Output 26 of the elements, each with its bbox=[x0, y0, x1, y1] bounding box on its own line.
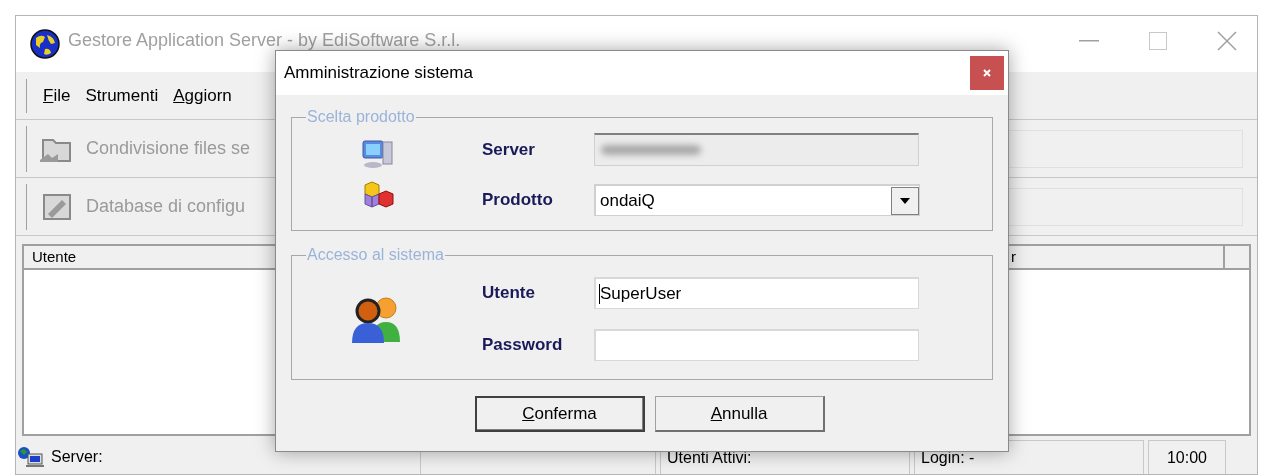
password-field[interactable] bbox=[594, 329, 919, 361]
dialog-button[interactable]: Annulla bbox=[654, 396, 825, 432]
globe-icon bbox=[30, 29, 60, 59]
status-text: Server: bbox=[51, 447, 103, 467]
group-title: Accesso al sistema bbox=[306, 245, 445, 265]
dialog-title: Amministrazione sistema bbox=[284, 62, 473, 85]
menu-item[interactable]: File bbox=[43, 82, 71, 109]
maximize-icon[interactable] bbox=[1149, 32, 1167, 50]
status-panel: 10:00 bbox=[1148, 440, 1226, 474]
group-title: Scelta prodotto bbox=[306, 107, 416, 127]
product-dropdown[interactable]: ondaiQ bbox=[594, 184, 920, 216]
field-label: Server bbox=[482, 138, 536, 161]
close-icon[interactable] bbox=[1217, 31, 1237, 51]
window-title: Gestore Application Server - by EdiSoftware S.r.l. bbox=[68, 28, 461, 52]
field-label: Password bbox=[482, 334, 564, 357]
menu-item[interactable]: Aggiorn bbox=[173, 82, 232, 109]
network-computer-icon bbox=[17, 446, 45, 468]
menu-item[interactable]: Strumenti bbox=[85, 82, 159, 109]
computer-icon bbox=[359, 137, 395, 170]
username-field[interactable]: SuperUser bbox=[594, 277, 919, 309]
field-label: Prodotto bbox=[482, 189, 554, 212]
minimize-icon[interactable] bbox=[1079, 40, 1099, 42]
dialog-button[interactable]: Conferma bbox=[474, 396, 645, 432]
close-button[interactable] bbox=[970, 56, 1004, 90]
close-icon bbox=[982, 68, 992, 78]
field-label: Utente bbox=[482, 282, 536, 305]
